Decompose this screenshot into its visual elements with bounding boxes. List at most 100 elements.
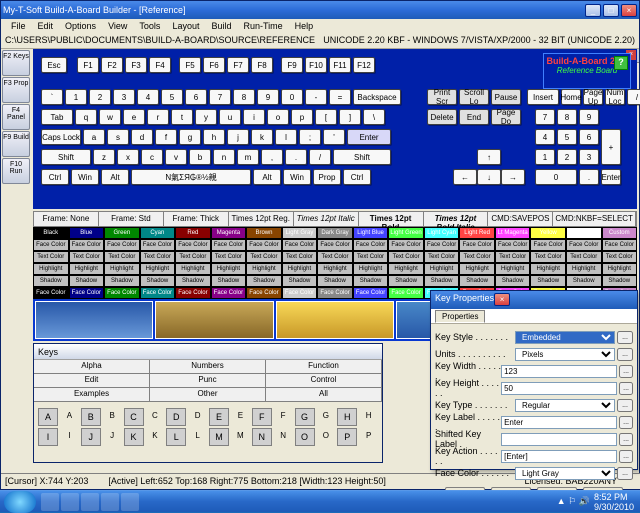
swatch[interactable]: Shadow	[33, 275, 69, 287]
picker-key-n[interactable]: N	[252, 428, 272, 446]
picker-key-c[interactable]: C	[124, 408, 144, 426]
key-f11[interactable]: F11	[329, 57, 351, 73]
key-[interactable]: '	[323, 129, 345, 145]
swatch[interactable]: Text Color	[424, 251, 460, 263]
key-numloc[interactable]: Num Loc	[605, 89, 625, 105]
swatch[interactable]: Face Color	[353, 239, 389, 251]
key-7[interactable]: 7	[535, 109, 555, 125]
prop-keywidth[interactable]	[501, 365, 617, 378]
prop-keylabel[interactable]	[501, 416, 617, 429]
swatch[interactable]: Face Color	[246, 239, 282, 251]
color-dark-gray[interactable]: Dark Gray	[317, 227, 353, 239]
key-5[interactable]: 5	[161, 89, 183, 105]
key-q[interactable]: q	[75, 109, 97, 125]
key-f7[interactable]: F7	[227, 57, 249, 73]
task-icon[interactable]	[121, 493, 139, 511]
swatch[interactable]: Shadow	[530, 275, 566, 287]
key-f4[interactable]: F4	[149, 57, 171, 73]
task-icon[interactable]	[81, 493, 99, 511]
key-n[interactable]: N氣ΣЯ₲®½親	[131, 169, 251, 185]
key-2[interactable]: 2	[557, 149, 577, 165]
key-4[interactable]: 4	[137, 89, 159, 105]
key-[interactable]: -	[305, 89, 327, 105]
swatch[interactable]: Face Color	[282, 239, 318, 251]
swatch[interactable]: Highlight	[282, 263, 318, 275]
swatch[interactable]: Text Color	[459, 251, 495, 263]
key-v[interactable]: v	[165, 149, 187, 165]
prop-more-button[interactable]: ...	[617, 331, 633, 344]
key-7[interactable]: 7	[209, 89, 231, 105]
swatch[interactable]: Shadow	[175, 275, 211, 287]
tab-edit[interactable]: Edit	[34, 374, 150, 387]
key-d[interactable]: d	[131, 129, 153, 145]
frame-option[interactable]: Times 12pt Bold Italic	[424, 212, 489, 226]
key-3[interactable]: 3	[113, 89, 135, 105]
key-f2[interactable]: F2	[101, 57, 123, 73]
color-yellow[interactable]: Yellow	[530, 227, 566, 239]
picker-key-m[interactable]: M	[209, 428, 229, 446]
swatch[interactable]: Face Color	[140, 239, 176, 251]
key-w[interactable]: w	[99, 109, 121, 125]
key-[interactable]: .	[285, 149, 307, 165]
swatch[interactable]: Text Color	[175, 251, 211, 263]
side-f10-run[interactable]: F10 Run	[2, 158, 30, 184]
key-[interactable]: `	[41, 89, 63, 105]
swatch[interactable]: Highlight	[69, 263, 105, 275]
swatch[interactable]: Shadow	[211, 275, 247, 287]
color-blue[interactable]: Blue	[69, 227, 105, 239]
swatch[interactable]: Face Color	[566, 239, 602, 251]
menu-file[interactable]: File	[5, 19, 32, 35]
key-3[interactable]: 3	[579, 149, 599, 165]
key-0[interactable]: 0	[281, 89, 303, 105]
tab-punc[interactable]: Punc	[150, 374, 266, 387]
picker-key-h[interactable]: H	[337, 408, 357, 426]
key-y[interactable]: y	[195, 109, 217, 125]
swatch[interactable]: Shadow	[459, 275, 495, 287]
key-6[interactable]: 6	[579, 129, 599, 145]
key-[interactable]: +	[601, 129, 621, 165]
swatch[interactable]: Text Color	[353, 251, 389, 263]
key-delete[interactable]: Delete	[427, 109, 457, 125]
swatch[interactable]: Shadow	[353, 275, 389, 287]
swatch[interactable]: Face Color	[602, 239, 638, 251]
key-f5[interactable]: F5	[179, 57, 201, 73]
key-f3[interactable]: F3	[125, 57, 147, 73]
key-win[interactable]: Win	[71, 169, 99, 185]
swatch[interactable]: Highlight	[104, 263, 140, 275]
swatch[interactable]: Text Color	[282, 251, 318, 263]
tab-alpha[interactable]: Alpha	[34, 360, 150, 373]
key-c[interactable]: c	[141, 149, 163, 165]
key-g[interactable]: g	[179, 129, 201, 145]
swatch[interactable]: Text Color	[211, 251, 247, 263]
menu-build[interactable]: Build	[205, 19, 237, 35]
key-6[interactable]: 6	[185, 89, 207, 105]
picker-key-k[interactable]: K	[124, 428, 144, 446]
color-brown[interactable]: Brown	[246, 227, 282, 239]
image-thumb[interactable]	[155, 301, 273, 339]
task-icon[interactable]	[101, 493, 119, 511]
swatch[interactable]: Highlight	[495, 263, 531, 275]
color-light-green[interactable]: Light Green	[388, 227, 424, 239]
key-5[interactable]: 5	[557, 129, 577, 145]
prop-keytype[interactable]: Regular	[515, 399, 615, 412]
key-0[interactable]: 0	[535, 169, 577, 185]
key-8[interactable]: 8	[557, 109, 577, 125]
color-light-gray[interactable]: Light Gray	[282, 227, 318, 239]
swatch[interactable]: Shadow	[104, 275, 140, 287]
prop-more-button[interactable]: ...	[619, 433, 633, 446]
key-[interactable]: ↑	[477, 149, 501, 165]
swatch[interactable]: Highlight	[140, 263, 176, 275]
color-black[interactable]: Black	[33, 227, 69, 239]
picker-key-p[interactable]: P	[337, 428, 357, 446]
swatch[interactable]: Shadow	[69, 275, 105, 287]
swatch[interactable]: Face Color	[424, 239, 460, 251]
menu-bar[interactable]: FileEditOptionsViewToolsLayoutBuildRun-T…	[1, 19, 639, 35]
key-2[interactable]: 2	[89, 89, 111, 105]
picker-key-b[interactable]: B	[81, 408, 101, 426]
swatch[interactable]: Shadow	[388, 275, 424, 287]
swatch[interactable]: Text Color	[69, 251, 105, 263]
key-n[interactable]: n	[213, 149, 235, 165]
prop-more-button[interactable]: ...	[617, 467, 633, 480]
prop-more-button[interactable]: ...	[617, 399, 633, 412]
swatch[interactable]: Highlight	[175, 263, 211, 275]
